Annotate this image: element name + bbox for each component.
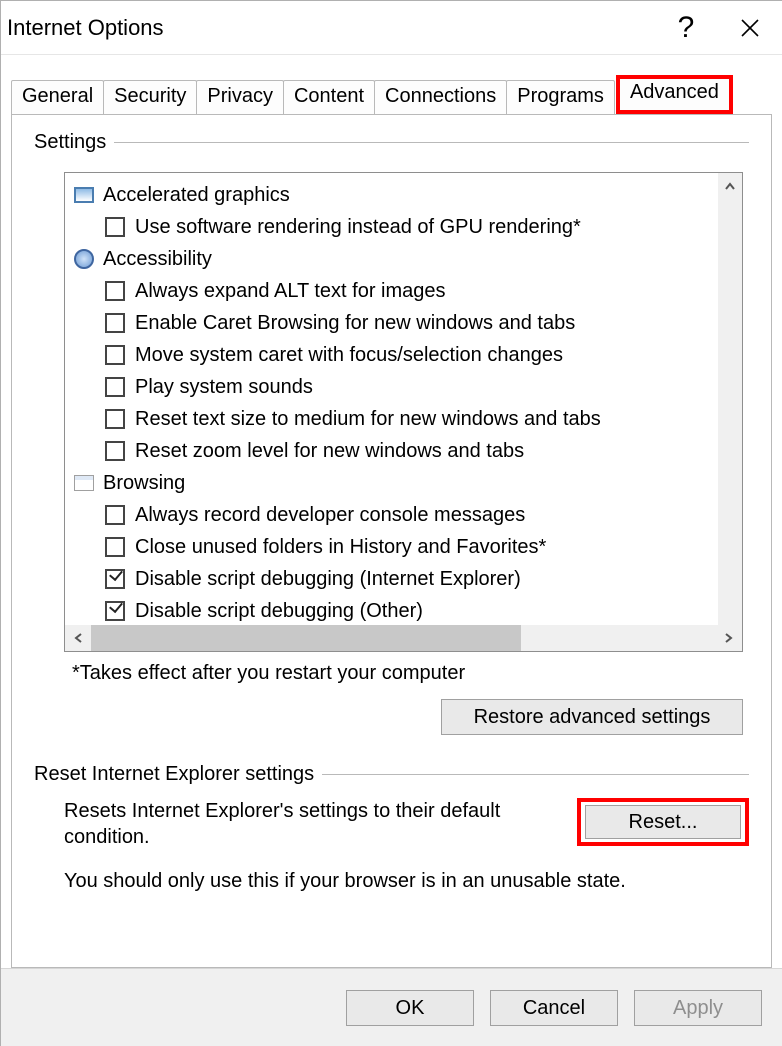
tab-strip: General Security Privacy Content Connect… [11,75,772,114]
checkbox[interactable] [105,313,125,333]
option-label: Disable script debugging (Other) [135,600,423,623]
window-title: Internet Options [7,15,654,41]
reset-button-highlight: Reset... [577,798,749,846]
category-browsing: Browsing [73,467,718,499]
option-row[interactable]: Use software rendering instead of GPU re… [73,211,718,243]
option-label: Disable script debugging (Internet Explo… [135,568,521,591]
option-row[interactable]: Play system sounds [73,371,718,403]
checkbox[interactable] [105,377,125,397]
reset-warning: You should only use this if your browser… [34,870,749,893]
monitor-icon [74,187,94,203]
reset-button[interactable]: Reset... [585,805,741,839]
close-icon [740,18,760,38]
option-row[interactable]: Enable Caret Browsing for new windows an… [73,307,718,339]
checkbox[interactable] [105,217,125,237]
option-label: Enable Caret Browsing for new windows an… [135,312,575,335]
option-label: Reset zoom level for new windows and tab… [135,440,524,463]
category-label: Accelerated graphics [103,184,290,207]
option-row[interactable]: Disable script debugging (Other) [73,595,718,625]
apply-button: Apply [634,990,762,1026]
tab-privacy[interactable]: Privacy [196,80,284,114]
option-label: Always record developer console messages [135,504,525,527]
scroll-thumb[interactable] [91,625,521,651]
settings-items: Accelerated graphics Use software render… [65,173,718,625]
option-row[interactable]: Always record developer console messages [73,499,718,531]
checkbox[interactable] [105,409,125,429]
chevron-left-icon [72,632,84,644]
scroll-right-arrow[interactable] [716,625,742,651]
restore-advanced-settings-button[interactable]: Restore advanced settings [441,699,743,735]
horizontal-scrollbar[interactable] [65,625,742,651]
close-button[interactable] [718,1,782,55]
chevron-up-icon [724,180,736,192]
help-button[interactable]: ? [654,1,718,55]
tab-connections[interactable]: Connections [374,80,507,114]
dialog-button-bar: OK Cancel Apply [1,968,782,1046]
browsing-icon [74,475,94,491]
accessibility-icon [74,249,94,269]
checkbox[interactable] [105,601,125,621]
settings-label: Settings [34,131,106,154]
reset-group-header: Reset Internet Explorer settings [34,763,749,786]
checkbox[interactable] [105,345,125,365]
option-row[interactable]: Reset text size to medium for new window… [73,403,718,435]
chevron-right-icon [723,632,735,644]
option-row[interactable]: Reset zoom level for new windows and tab… [73,435,718,467]
option-label: Use software rendering instead of GPU re… [135,216,581,239]
option-label: Reset text size to medium for new window… [135,408,601,431]
checkbox[interactable] [105,537,125,557]
settings-tree: Accelerated graphics Use software render… [64,172,743,652]
checkbox[interactable] [105,569,125,589]
internet-options-window: Internet Options ? General Security Priv… [0,0,782,1046]
divider [114,142,749,143]
title-bar: Internet Options ? [1,1,782,55]
cancel-button[interactable]: Cancel [490,990,618,1026]
option-row[interactable]: Move system caret with focus/selection c… [73,339,718,371]
divider [322,774,749,775]
category-accelerated-graphics: Accelerated graphics [73,179,718,211]
checkbox[interactable] [105,441,125,461]
vertical-scrollbar[interactable] [718,173,742,625]
option-label: Play system sounds [135,376,313,399]
category-label: Browsing [103,472,185,495]
option-label: Move system caret with focus/selection c… [135,344,563,367]
category-label: Accessibility [103,248,212,271]
checkbox[interactable] [105,281,125,301]
tab-advanced[interactable]: Advanced [616,75,733,114]
option-label: Close unused folders in History and Favo… [135,536,546,559]
tab-security[interactable]: Security [103,80,197,114]
tab-general[interactable]: General [11,80,104,114]
ok-button[interactable]: OK [346,990,474,1026]
option-label: Always expand ALT text for images [135,280,446,303]
reset-description: Resets Internet Explorer's settings to t… [64,798,557,850]
tab-programs[interactable]: Programs [506,80,615,114]
option-row[interactable]: Disable script debugging (Internet Explo… [73,563,718,595]
scroll-left-arrow[interactable] [65,625,91,651]
scroll-up-arrow[interactable] [718,173,742,199]
checkbox[interactable] [105,505,125,525]
tab-content[interactable]: Content [283,80,375,114]
reset-group-label: Reset Internet Explorer settings [34,763,314,786]
tab-content-advanced: Settings Accelerated graphics Use softwa… [11,115,772,968]
option-row[interactable]: Always expand ALT text for images [73,275,718,307]
settings-group-header: Settings [34,131,749,154]
category-accessibility: Accessibility [73,243,718,275]
option-row[interactable]: Close unused folders in History and Favo… [73,531,718,563]
restart-note: *Takes effect after you restart your com… [72,662,749,685]
